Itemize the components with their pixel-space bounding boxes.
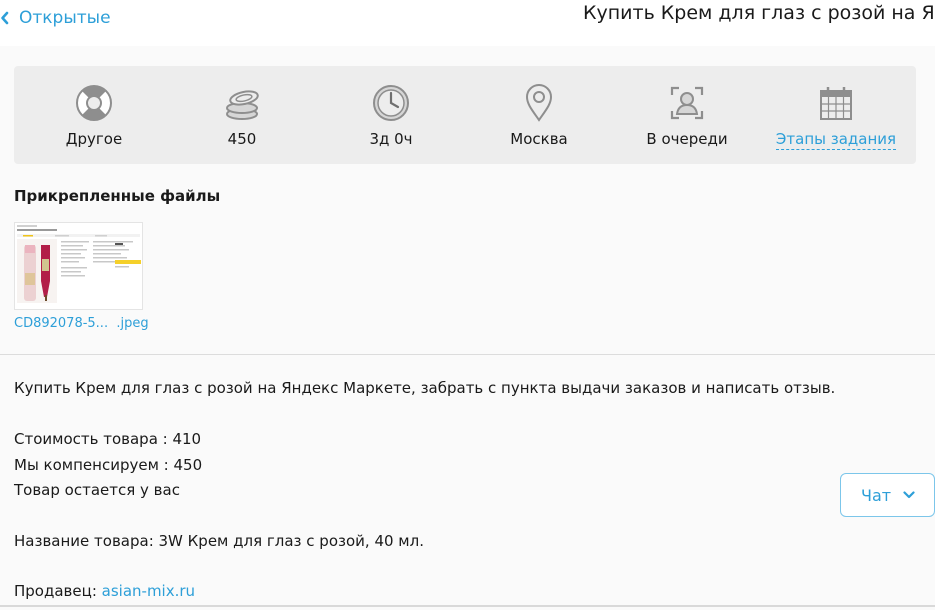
stat-category: Другое (24, 66, 164, 164)
stat-location-label: Москва (510, 130, 568, 148)
chat-button[interactable]: Чат (840, 473, 935, 517)
chevron-down-icon (891, 491, 915, 499)
page-title: Купить Крем для глаз с розой на Янд (583, 2, 935, 24)
stat-reward-label: 450 (227, 130, 257, 148)
back-button[interactable]: Открытые (0, 6, 111, 30)
lifebuoy-icon (74, 83, 114, 123)
queue-person-icon (667, 83, 707, 123)
chevron-left-icon (0, 11, 10, 25)
seller-label: Продавец: (14, 582, 97, 600)
task-stats-panel: Другое 450 3д 0ч Москва В очереди Этапы … (14, 66, 916, 164)
stat-stages[interactable]: Этапы задания (766, 66, 906, 164)
coins-icon (222, 83, 262, 123)
stages-link[interactable]: Этапы задания (775, 130, 897, 150)
compensation-line: Мы компенсируем : 450 (14, 456, 203, 474)
product-name-line: Название товара: 3W Крем для глаз с розо… (14, 532, 424, 550)
stat-reward: 450 (172, 66, 312, 164)
seller-line: Продавец: asian-mix.ru (14, 582, 195, 600)
stages-link-wrap: Этапы задания (766, 130, 906, 150)
stat-category-label: Другое (65, 130, 123, 148)
file-thumbnail[interactable] (14, 222, 143, 310)
stat-status-label: В очереди (646, 130, 728, 148)
seller-link[interactable]: asian-mix.ru (102, 582, 195, 600)
stat-time: 3д 0ч (321, 66, 461, 164)
location-pin-icon (519, 83, 559, 123)
clock-icon (371, 83, 411, 123)
stat-location: Москва (469, 66, 609, 164)
chat-button-label: Чат (861, 485, 892, 505)
attached-files-heading: Прикрепленные файлы (14, 187, 221, 205)
keep-item-line: Товар остается у вас (14, 481, 180, 499)
stat-status: В очереди (617, 66, 757, 164)
bottom-border (0, 605, 935, 607)
task-description-intro: Купить Крем для глаз с розой на Яндекс М… (14, 379, 836, 397)
top-bar: Открытые Купить Крем для глаз с розой на… (0, 0, 935, 46)
stat-time-label: 3д 0ч (369, 130, 413, 148)
back-button-label: Открытые (19, 8, 111, 28)
file-name-link[interactable]: CD892078-5... .jpeg (14, 316, 149, 331)
product-price-line: Стоимость товара : 410 (14, 430, 202, 448)
section-divider (0, 354, 935, 355)
calendar-icon (816, 83, 856, 123)
